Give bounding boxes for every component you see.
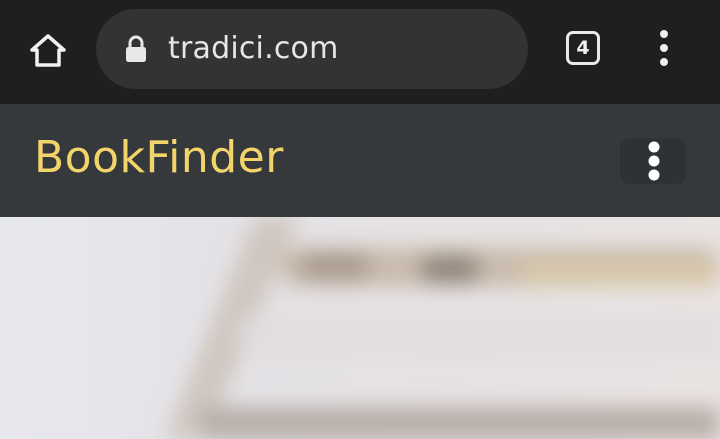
home-button[interactable]	[28, 30, 68, 70]
tab-count: 4	[576, 37, 590, 59]
site-menu-button[interactable]	[620, 138, 686, 184]
hero-image	[0, 217, 720, 439]
blurred-photo	[0, 217, 720, 439]
home-icon	[30, 34, 66, 67]
more-vert-icon	[648, 141, 660, 181]
more-vert-icon[interactable]	[652, 28, 676, 68]
lock-icon	[126, 35, 146, 62]
browser-toolbar: tradici.com 4	[0, 0, 720, 105]
site-header: BookFinder	[0, 105, 720, 217]
tab-switcher-button[interactable]: 4	[566, 31, 600, 65]
url-text[interactable]: tradici.com	[168, 26, 339, 72]
site-title[interactable]: BookFinder	[34, 132, 284, 184]
